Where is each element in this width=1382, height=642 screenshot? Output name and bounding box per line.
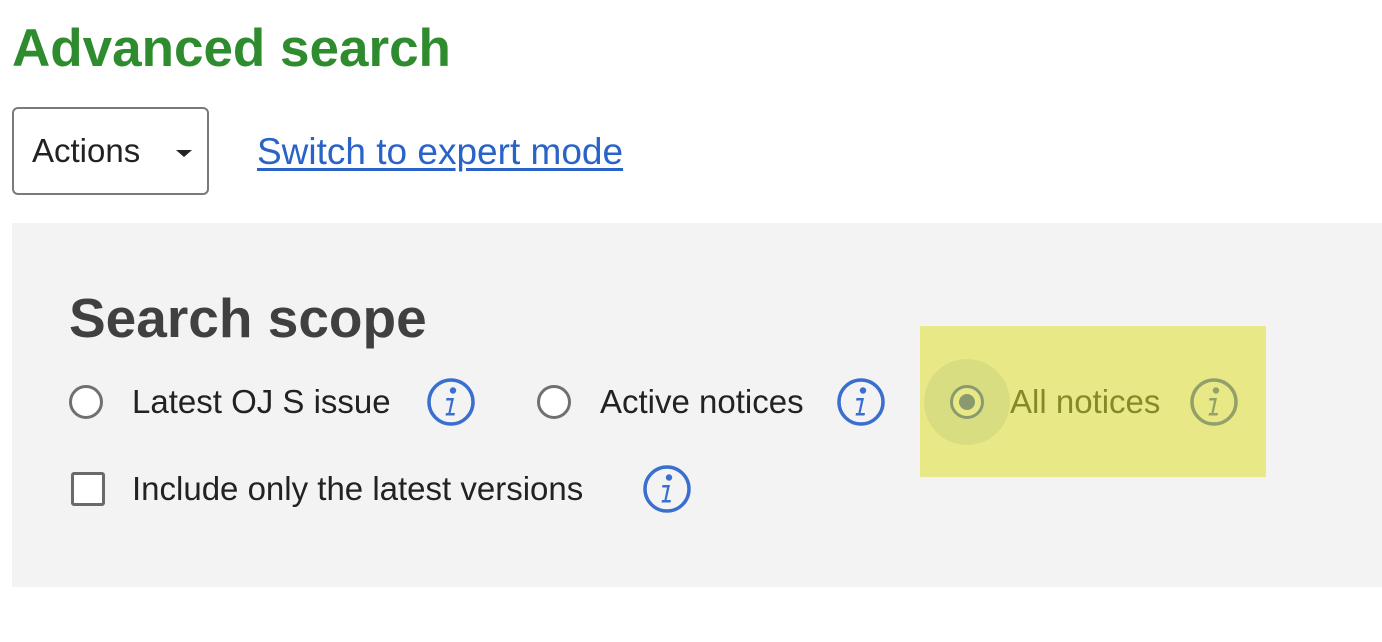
caret-down-icon — [176, 150, 192, 157]
info-icon[interactable] — [426, 377, 476, 427]
checkbox-latest-versions[interactable] — [71, 472, 105, 506]
actions-label: Actions — [32, 132, 141, 169]
label-active-notices: Active notices — [600, 383, 804, 420]
search-scope-title: Search scope — [69, 287, 427, 349]
label-latest-oj-s-issue: Latest OJ S issue — [132, 383, 391, 420]
radio-latest-oj-s-issue[interactable] — [69, 385, 103, 419]
info-icon[interactable] — [836, 377, 886, 427]
switch-to-expert-mode-link[interactable]: Switch to expert mode — [257, 130, 623, 174]
label-latest-versions: Include only the latest versions — [132, 470, 584, 507]
actions-dropdown-button[interactable]: Actions — [12, 107, 209, 195]
label-all-notices: All notices — [1010, 383, 1161, 420]
info-icon[interactable] — [1189, 377, 1239, 427]
search-scope-panel: Search scope Latest OJ S issue Active no… — [12, 223, 1382, 587]
radio-all-notices[interactable] — [950, 385, 984, 419]
radio-active-notices[interactable] — [537, 385, 571, 419]
page-title: Advanced search — [12, 19, 451, 78]
info-icon[interactable] — [642, 464, 692, 514]
